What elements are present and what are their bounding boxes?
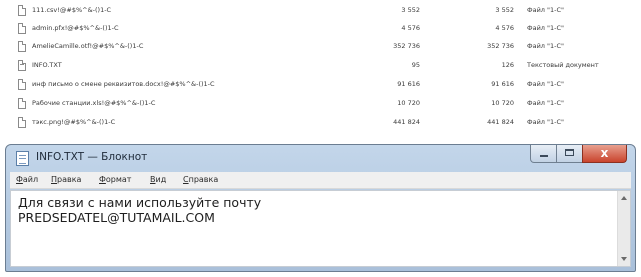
menu-bar: Файл Правка Формат Вид Справка xyxy=(10,172,631,189)
file-row[interactable]: Рабочие станции.xls!@#$%^&-()1-C 10 720 … xyxy=(14,95,641,113)
file-size-on-disk: 91 616 xyxy=(491,80,514,88)
file-icon xyxy=(18,117,26,128)
file-type: Файл "1-C" xyxy=(527,24,565,32)
file-name: инф письмо о смене реквизитов.docx!@#$%^… xyxy=(32,80,215,88)
window-titlebar[interactable]: INFO.TXT — Блокнот x xyxy=(6,145,635,171)
maximize-icon xyxy=(565,149,574,156)
minimize-button[interactable] xyxy=(530,145,557,163)
file-name: тэкс.png!@#$%^&-()1-C xyxy=(32,118,116,126)
file-name: INFO.TXT xyxy=(32,61,62,69)
maximize-button[interactable] xyxy=(556,145,583,163)
file-row[interactable]: AmelieCamille.otf!@#$%^&-()1-C 352 736 3… xyxy=(14,38,641,56)
file-size: 91 616 xyxy=(397,80,420,88)
menu-file[interactable]: Файл xyxy=(16,175,38,184)
file-name: admin.pfx!@#$%^&-()1-C xyxy=(32,24,119,32)
file-size-on-disk: 3 552 xyxy=(495,6,514,14)
scroll-up-arrow-icon[interactable] xyxy=(621,196,627,200)
file-size-on-disk: 352 736 xyxy=(487,42,514,50)
minimize-icon xyxy=(540,155,548,157)
file-name: Рабочие станции.xls!@#$%^&-()1-C xyxy=(32,99,156,107)
file-size: 4 576 xyxy=(401,24,420,32)
file-type: Файл "1-C" xyxy=(527,118,565,126)
menu-view[interactable]: Вид xyxy=(150,175,166,184)
file-type: Файл "1-C" xyxy=(527,42,565,50)
file-size-on-disk: 10 720 xyxy=(491,99,514,107)
file-row[interactable]: admin.pfx!@#$%^&-()1-C 4 576 4 576 Файл … xyxy=(14,20,641,38)
vertical-scrollbar[interactable] xyxy=(617,191,630,266)
close-button[interactable]: x xyxy=(582,145,627,163)
file-size-on-disk: 126 xyxy=(501,61,514,69)
menu-help[interactable]: Справка xyxy=(183,175,218,184)
close-icon: x xyxy=(600,146,609,160)
file-type: Файл "1-C" xyxy=(527,80,565,88)
file-name: AmelieCamille.otf!@#$%^&-()1-C xyxy=(32,42,144,50)
window-title: INFO.TXT — Блокнот xyxy=(36,151,148,163)
text-line: PREDSEDATEL@TUTAMAIL.COM xyxy=(18,210,215,225)
file-icon xyxy=(18,5,26,16)
text-editor[interactable]: Для связи с нами используйте почту PREDS… xyxy=(10,190,631,267)
file-row[interactable]: INFO.TXT 95 126 Текстовый документ xyxy=(14,57,641,75)
file-size-on-disk: 4 576 xyxy=(495,24,514,32)
text-file-icon xyxy=(18,60,26,71)
file-icon xyxy=(18,23,26,34)
file-icon xyxy=(18,41,26,52)
file-size: 10 720 xyxy=(397,99,420,107)
notepad-icon xyxy=(16,151,29,166)
file-list: 111.csv!@#$%^&-()1-C 3 552 3 552 Файл "1… xyxy=(14,0,641,140)
file-size-on-disk: 441 824 xyxy=(487,118,514,126)
file-name: 111.csv!@#$%^&-()1-C xyxy=(32,6,112,14)
notepad-window[interactable]: INFO.TXT — Блокнот x Файл Правка Формат … xyxy=(5,144,636,272)
file-type: Файл "1-C" xyxy=(527,6,565,14)
menu-edit[interactable]: Правка xyxy=(51,175,81,184)
file-size: 95 xyxy=(411,61,420,69)
text-line: Для связи с нами используйте почту xyxy=(18,195,262,210)
file-size: 3 552 xyxy=(401,6,420,14)
scroll-down-arrow-icon[interactable] xyxy=(621,257,627,261)
document-text[interactable]: Для связи с нами используйте почту PREDS… xyxy=(18,195,261,225)
file-type: Файл "1-C" xyxy=(527,99,565,107)
file-icon xyxy=(18,98,26,109)
menu-format[interactable]: Формат xyxy=(99,175,131,184)
file-size: 441 824 xyxy=(393,118,420,126)
file-row[interactable]: инф письмо о смене реквизитов.docx!@#$%^… xyxy=(14,76,641,94)
file-type: Текстовый документ xyxy=(527,61,599,69)
file-row[interactable]: 111.csv!@#$%^&-()1-C 3 552 3 552 Файл "1… xyxy=(14,2,641,20)
file-row[interactable]: тэкс.png!@#$%^&-()1-C 441 824 441 824 Фа… xyxy=(14,114,641,132)
file-size: 352 736 xyxy=(393,42,420,50)
file-icon xyxy=(18,79,26,90)
